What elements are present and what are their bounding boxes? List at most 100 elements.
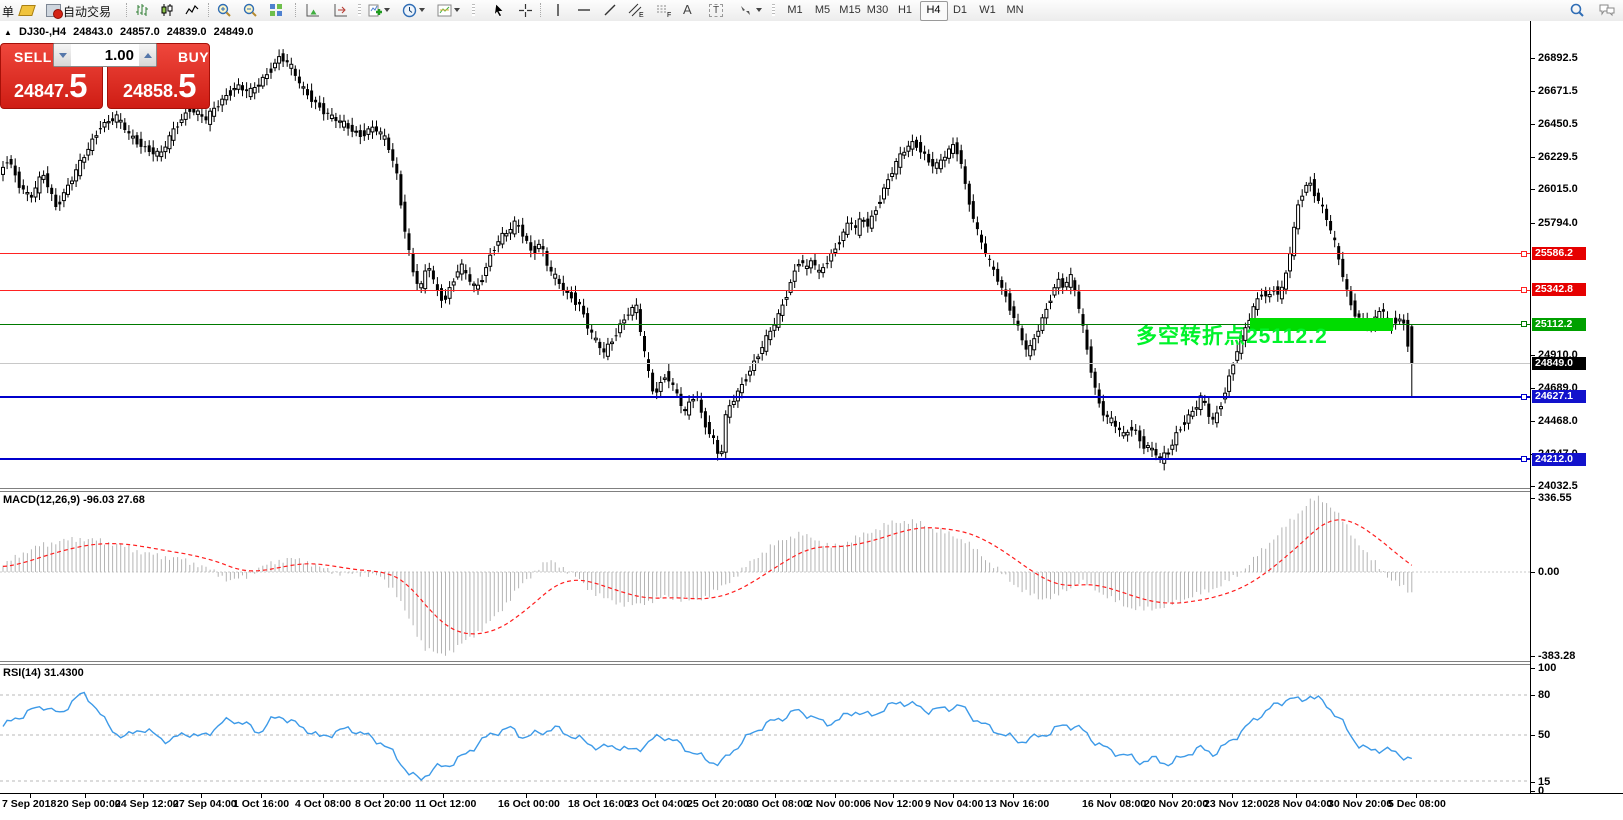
chart-shift-icon[interactable] [331,2,349,18]
time-label: 20 Sep 00:00 [57,798,121,810]
template-icon[interactable] [435,2,453,18]
arrows-caret[interactable] [756,8,762,12]
sell-label: SELL [14,49,52,65]
price-tick [1531,486,1535,487]
rsi-scale-label: 80 [1538,689,1550,701]
time-label: 1 Oct 16:00 [233,798,289,810]
fibonacci-tool-icon[interactable]: F [655,2,673,18]
rsi-scale-tick [1531,735,1535,736]
macd-scale-label: -383.28 [1538,650,1575,662]
template-caret[interactable] [454,8,460,12]
autotrading-label[interactable]: 自动交易 [63,3,111,20]
crosshair-icon[interactable] [516,2,534,18]
rsi-scale-tick [1531,668,1535,669]
zoom-in-icon[interactable] [215,2,233,18]
triangle-down-icon [59,53,67,58]
price-tick-label: 26015.0 [1538,183,1578,195]
time-label: 24 Sep 12:00 [115,798,179,810]
zoom-out-icon[interactable] [241,2,259,18]
toolbar-grip [472,4,475,16]
period-clock-icon[interactable] [400,2,418,18]
macd-scale-tick [1531,498,1535,499]
one-click-trading-panel: SELL 24847.5 BUY 24858.5 1.00 [0,43,210,109]
timeframe-button-d1[interactable]: D1 [947,1,973,19]
price-tick [1531,91,1535,92]
ohlc-close: 24849.0 [214,26,254,38]
price-tick-label: 26671.5 [1538,85,1578,97]
autotrading-monitor-shape [46,4,61,17]
line-handle[interactable] [1521,394,1527,400]
time-label: 9 Nov 04:00 [925,798,983,810]
auto-scroll-icon[interactable] [303,2,321,18]
timeframe-button-h4[interactable]: H4 [920,1,948,21]
price-tick [1531,355,1535,356]
line-chart-icon[interactable] [183,2,201,18]
time-label: 11 Oct 12:00 [415,798,476,810]
text-tool-icon[interactable]: A [683,2,692,17]
timeframe-button-h1[interactable]: H1 [892,1,918,19]
horizontal-line-25342.8[interactable] [0,290,1530,291]
main-chart-pane[interactable]: 多空转折点25112.2 [0,21,1530,488]
horizontal-line-24849.0[interactable] [0,363,1530,364]
line-handle[interactable] [1521,321,1527,327]
macd-pane[interactable]: MACD(12,26,9) -96.03 27.68 [0,492,1530,661]
candlestick-chart-icon[interactable] [158,2,176,18]
price-tick [1531,421,1535,422]
tile-windows-icon[interactable] [267,2,285,18]
price-tick-label: 24032.5 [1538,480,1578,492]
time-label: 20 Nov 20:00 [1144,798,1208,810]
chat-icon[interactable] [1598,2,1616,18]
time-label: 27 Sep 04:00 [173,798,237,810]
cursor-icon[interactable] [490,2,508,18]
horizontal-line-24627.1[interactable] [0,396,1530,398]
text-label-tool-icon[interactable]: T [707,2,725,18]
bar-chart-icon[interactable] [133,2,151,18]
rsi-pane[interactable]: RSI(14) 31.4300 [0,665,1530,793]
volume-field[interactable]: 1.00 [71,44,139,66]
channel-tool-icon[interactable]: E [627,2,645,18]
line-handle[interactable] [1521,287,1527,293]
toolbar-separator [126,3,128,17]
timeframe-button-w1[interactable]: W1 [975,1,1001,19]
timeframe-button-m15[interactable]: M15 [837,1,863,19]
rsi-scale-label: 100 [1538,662,1556,674]
time-axis[interactable]: 7 Sep 201820 Sep 00:0024 Sep 12:0027 Sep… [0,793,1623,820]
time-label: 28 Nov 04:00 [1268,798,1332,810]
horizontal-line-25586.2[interactable] [0,253,1530,254]
new-order-icon[interactable] [18,2,36,18]
add-indicator-caret[interactable] [384,8,390,12]
line-handle[interactable] [1521,456,1527,462]
new-order-button[interactable]: 单 [2,3,14,20]
rsi-scale-tick [1531,791,1535,792]
period-caret[interactable] [419,8,425,12]
toolbar: 单 自动交易 [0,0,1623,22]
price-tick [1531,58,1535,59]
timeframe-button-m30[interactable]: M30 [865,1,891,19]
time-label: 5 Dec 08:00 [1388,798,1446,810]
volume-increase-button[interactable] [139,44,156,66]
search-icon[interactable] [1568,2,1586,18]
price-tick-label: 24468.0 [1538,415,1578,427]
autotrading-icon[interactable] [44,2,62,18]
volume-decrease-button[interactable] [54,44,71,66]
trendline-tool-icon[interactable] [601,2,619,18]
turning-point-annotation[interactable]: 多空转折点25112.2 [1136,320,1328,350]
line-handle[interactable] [1521,251,1527,257]
macd-scale-label: 0.00 [1538,566,1559,578]
vertical-line-tool-icon[interactable] [549,2,567,18]
horizontal-line-24212.0[interactable] [0,458,1530,460]
timeframe-button-mn[interactable]: MN [1002,1,1028,19]
price-tick-label: 26229.5 [1538,151,1578,163]
symbol-marker-icon: ▲ [4,28,12,37]
mt4-window: 单 自动交易 [0,0,1623,820]
arrows-tool-icon[interactable] [736,2,754,18]
price-tick-label: 26892.5 [1538,52,1578,64]
horizontal-line-tool-icon[interactable] [575,2,593,18]
macd-label: MACD(12,26,9) -96.03 27.68 [3,494,145,506]
buy-label: BUY [178,49,209,65]
add-indicator-icon[interactable] [366,2,384,18]
timeframe-button-m5[interactable]: M5 [810,1,836,19]
rsi-scale-tick [1531,695,1535,696]
timeframe-button-m1[interactable]: M1 [782,1,808,19]
price-axis[interactable]: 26892.526671.526450.526229.526015.025794… [1530,21,1623,793]
